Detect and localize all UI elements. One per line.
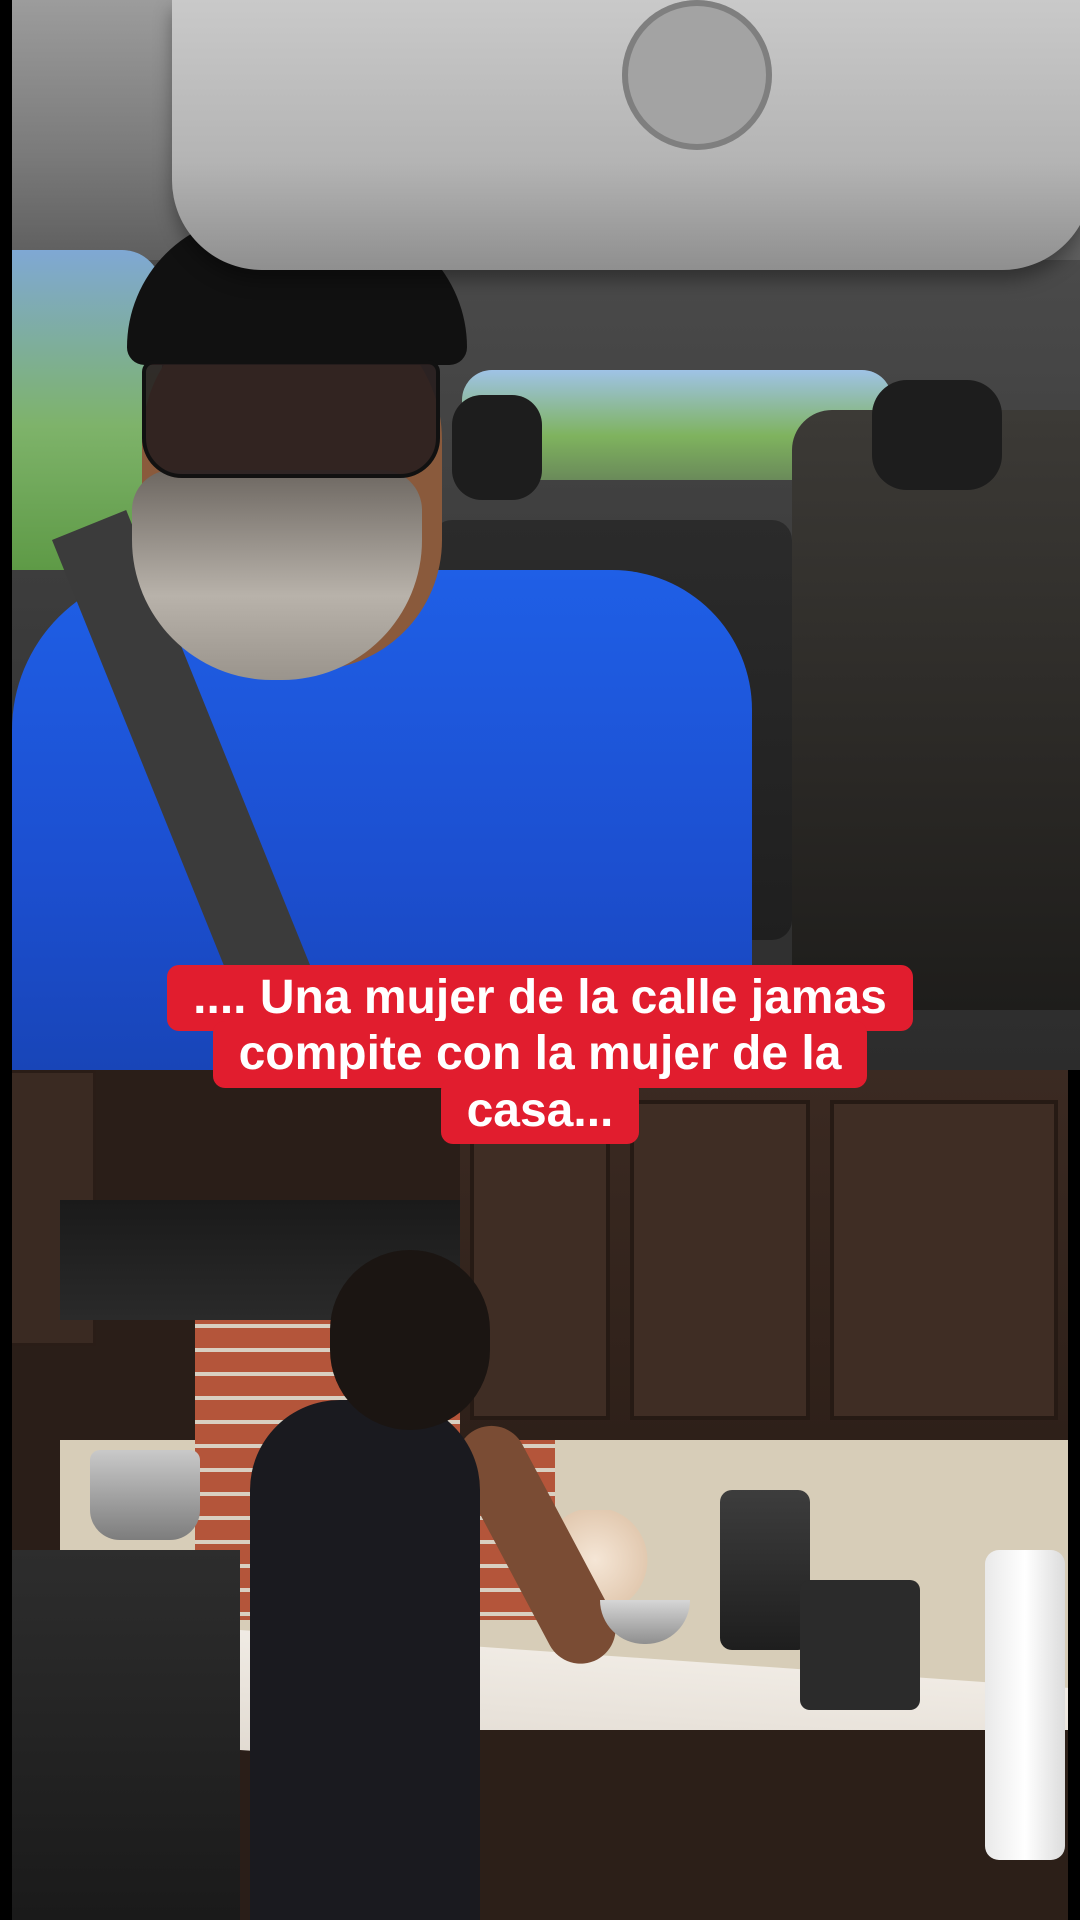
lower-cabinets (470, 1730, 1068, 1920)
headrest (872, 380, 1002, 490)
letterbox-edge (1068, 1070, 1080, 1920)
cabinet-door (470, 1100, 610, 1420)
letterbox-edge (0, 0, 12, 1920)
blender-base (800, 1580, 920, 1710)
cabinet-door (630, 1100, 810, 1420)
cabinet-door (830, 1100, 1058, 1420)
rearview-mirror (172, 0, 1080, 270)
cooking-pot (90, 1450, 200, 1540)
blender (720, 1490, 810, 1650)
kitchen-video-clip (0, 1070, 1068, 1920)
car-video-clip (12, 0, 1080, 1070)
mirror-mount (622, 0, 772, 150)
video-frame[interactable]: .... Una mujer de la calle jamas compite… (0, 0, 1080, 1920)
caption-line: casa... (440, 1077, 640, 1145)
woman-figure (250, 1400, 480, 1920)
headrest (452, 395, 542, 500)
caption-overlay: .... Una mujer de la calle jamas compite… (0, 965, 1080, 1145)
woman-head (330, 1250, 490, 1430)
front-passenger-seat (792, 410, 1080, 1010)
paper-towel-roll (985, 1550, 1065, 1860)
sunglasses (142, 360, 440, 478)
stove (0, 1550, 240, 1920)
